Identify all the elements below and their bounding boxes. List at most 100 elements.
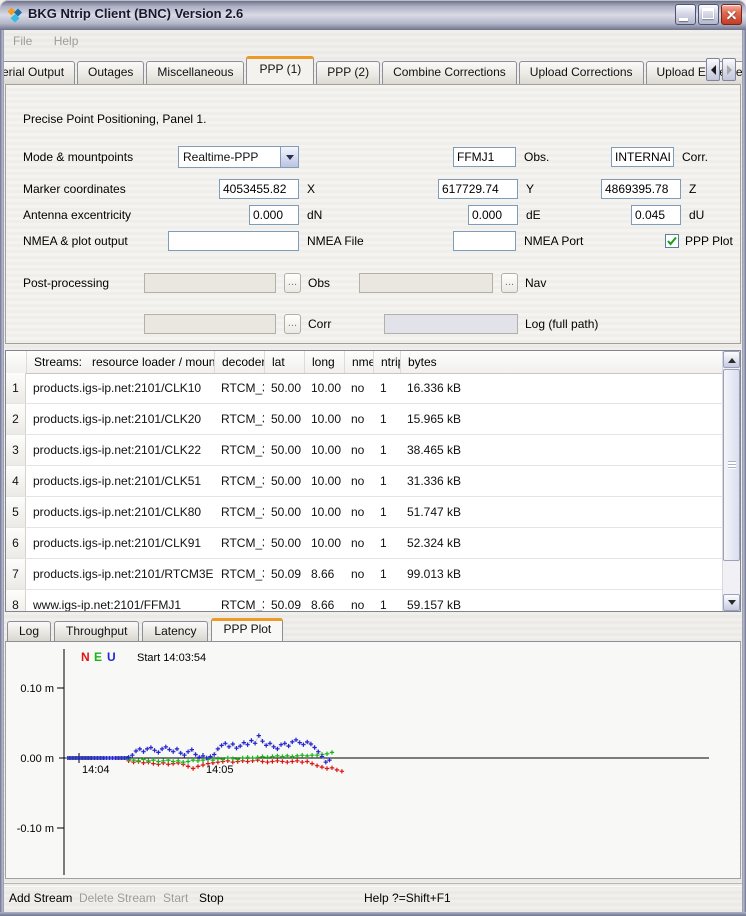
row-number[interactable]: 5 — [6, 497, 26, 527]
antenna-du-field[interactable] — [631, 205, 681, 225]
nmea-label: NMEA & plot output — [23, 231, 128, 251]
cell-nmea: no — [344, 497, 373, 527]
legend-U: U — [107, 650, 116, 664]
maximize-button[interactable] — [698, 4, 719, 25]
marker-z-field[interactable] — [601, 179, 681, 199]
minimize-icon — [679, 18, 688, 21]
window-border-bottom — [0, 912, 746, 916]
tab-combine-corrections[interactable]: Combine Corrections — [382, 61, 517, 84]
chevron-down-icon[interactable] — [280, 147, 298, 167]
cell-long: 10.00 — [304, 497, 344, 527]
nmea-file-field[interactable] — [168, 231, 299, 251]
obs-label: Obs. — [524, 147, 549, 167]
mode-dropdown[interactable]: Realtime-PPP — [178, 146, 299, 168]
help-shortcut-label: Help ?=Shift+F1 — [364, 891, 451, 905]
table-row[interactable]: 2products.igs-ip.net:2101/CLK20RTCM_3.05… — [6, 404, 723, 435]
row-number[interactable]: 6 — [6, 528, 26, 558]
scrollbar-down-button[interactable] — [723, 594, 740, 611]
tab-ppp-1[interactable]: PPP (1) — [246, 56, 314, 84]
row-number[interactable]: 3 — [6, 435, 26, 465]
table-row[interactable]: 5products.igs-ip.net:2101/CLK80RTCM_3.05… — [6, 497, 723, 528]
streams-table: Streams: resource loader / mountpoint de… — [5, 350, 741, 612]
cell-mountpoint: products.igs-ip.net:2101/CLK10 — [26, 373, 214, 403]
scrollbar-up-button[interactable] — [723, 351, 740, 368]
corr-label: Corr. — [682, 147, 708, 167]
tab-outages[interactable]: Outages — [77, 61, 144, 84]
table-row[interactable]: 1products.igs-ip.net:2101/CLK10RTCM_3.05… — [6, 373, 723, 404]
ppp-plot-checkbox[interactable] — [665, 234, 679, 248]
titlebar[interactable]: BKG Ntrip Client (BNC) Version 2.6 — [0, 0, 746, 30]
obs-mountpoint-field[interactable] — [453, 147, 516, 167]
cell-long: 10.00 — [304, 466, 344, 496]
close-button[interactable] — [721, 4, 742, 25]
cell-bytes: 38.465 kB — [400, 435, 723, 465]
corr-mountpoint-field[interactable] — [611, 147, 674, 167]
header-bytes[interactable]: bytes — [400, 351, 723, 373]
header-lat[interactable]: lat — [264, 351, 304, 373]
cell-long: 10.00 — [304, 404, 344, 434]
maximize-icon — [702, 8, 714, 19]
top-tabstrip: Serial Output Outages Miscellaneous PPP … — [4, 56, 742, 84]
menu-file[interactable]: File — [4, 30, 41, 52]
tab-serial-output[interactable]: Serial Output — [4, 61, 75, 84]
tab-scroll-left-button[interactable] — [706, 58, 720, 81]
browse-corr-button[interactable]: ... — [284, 314, 301, 334]
tab-latency[interactable]: Latency — [142, 621, 208, 641]
row-number[interactable]: 4 — [6, 466, 26, 496]
header-long[interactable]: long — [304, 351, 344, 373]
legend-N: N — [81, 650, 90, 664]
table-row[interactable]: 8www.igs-ip.net:2101/FFMJ1RTCM_3.050.098… — [6, 590, 723, 611]
header-decoder[interactable]: decoder — [214, 351, 264, 373]
antenna-dn-field[interactable] — [249, 205, 299, 225]
post-corr-label: Corr — [308, 314, 331, 334]
post-nav-label: Nav — [525, 273, 546, 293]
cell-bytes: 52.324 kB — [400, 528, 723, 558]
cell-ntrip: 1 — [373, 590, 400, 611]
tab-ppp-plot[interactable]: PPP Plot — [211, 618, 283, 641]
stop-button[interactable]: Stop — [199, 891, 224, 905]
row-number[interactable]: 1 — [6, 373, 26, 403]
browse-nav-button[interactable]: ... — [501, 273, 518, 293]
cell-decoder: RTCM_3 — [214, 559, 264, 589]
antenna-de-field[interactable] — [468, 205, 518, 225]
table-row[interactable]: 4products.igs-ip.net:2101/CLK51RTCM_3.05… — [6, 466, 723, 497]
header-mountpoint[interactable]: Streams: resource loader / mountpoint — [26, 351, 214, 373]
cell-nmea: no — [344, 404, 373, 434]
table-row[interactable]: 6products.igs-ip.net:2101/CLK91RTCM_3.05… — [6, 528, 723, 559]
header-ntrip[interactable]: ntrip — [373, 351, 400, 373]
menu-help[interactable]: Help — [45, 30, 88, 52]
tab-ppp-2[interactable]: PPP (2) — [316, 61, 380, 84]
tab-scroll-right-button[interactable] — [722, 58, 736, 81]
table-row[interactable]: 7products.igs-ip.net:2101/RTCM3EPHRTCM_3… — [6, 559, 723, 590]
x-label: X — [307, 179, 315, 199]
marker-y-field[interactable] — [438, 179, 518, 199]
minimize-button[interactable] — [675, 4, 696, 25]
marker-x-field[interactable] — [219, 179, 299, 199]
tab-upload-corrections[interactable]: Upload Corrections — [519, 61, 644, 84]
streams-table-body: 1products.igs-ip.net:2101/CLK10RTCM_3.05… — [6, 373, 723, 611]
table-scrollbar[interactable] — [722, 351, 740, 611]
start-button: Start — [163, 891, 188, 905]
statusbar: Add Stream Delete Stream Start Stop Help… — [4, 886, 742, 912]
add-stream-button[interactable]: Add Stream — [9, 891, 72, 905]
scrollbar-thumb[interactable] — [723, 369, 740, 561]
row-number[interactable]: 2 — [6, 404, 26, 434]
browse-obs-button[interactable]: ... — [284, 273, 301, 293]
nmea-port-field[interactable] — [453, 231, 516, 251]
table-row[interactable]: 3products.igs-ip.net:2101/CLK22RTCM_3.05… — [6, 435, 723, 466]
header-nmea[interactable]: nmea — [344, 351, 373, 373]
tab-throughput[interactable]: Throughput — [54, 621, 139, 641]
y-tick-label: 0.00 m — [20, 753, 54, 765]
cell-ntrip: 1 — [373, 497, 400, 527]
cell-bytes: 99.013 kB — [400, 559, 723, 589]
cell-mountpoint: products.igs-ip.net:2101/CLK22 — [26, 435, 214, 465]
arrow-left-icon — [711, 65, 716, 75]
cell-mountpoint: products.igs-ip.net:2101/CLK20 — [26, 404, 214, 434]
tab-miscellaneous[interactable]: Miscellaneous — [146, 61, 244, 84]
tab-log[interactable]: Log — [7, 621, 51, 641]
cell-ntrip: 1 — [373, 528, 400, 558]
nmea-port-label: NMEA Port — [524, 231, 583, 251]
row-number[interactable]: 8 — [6, 590, 26, 611]
cell-long: 10.00 — [304, 373, 344, 403]
row-number[interactable]: 7 — [6, 559, 26, 589]
